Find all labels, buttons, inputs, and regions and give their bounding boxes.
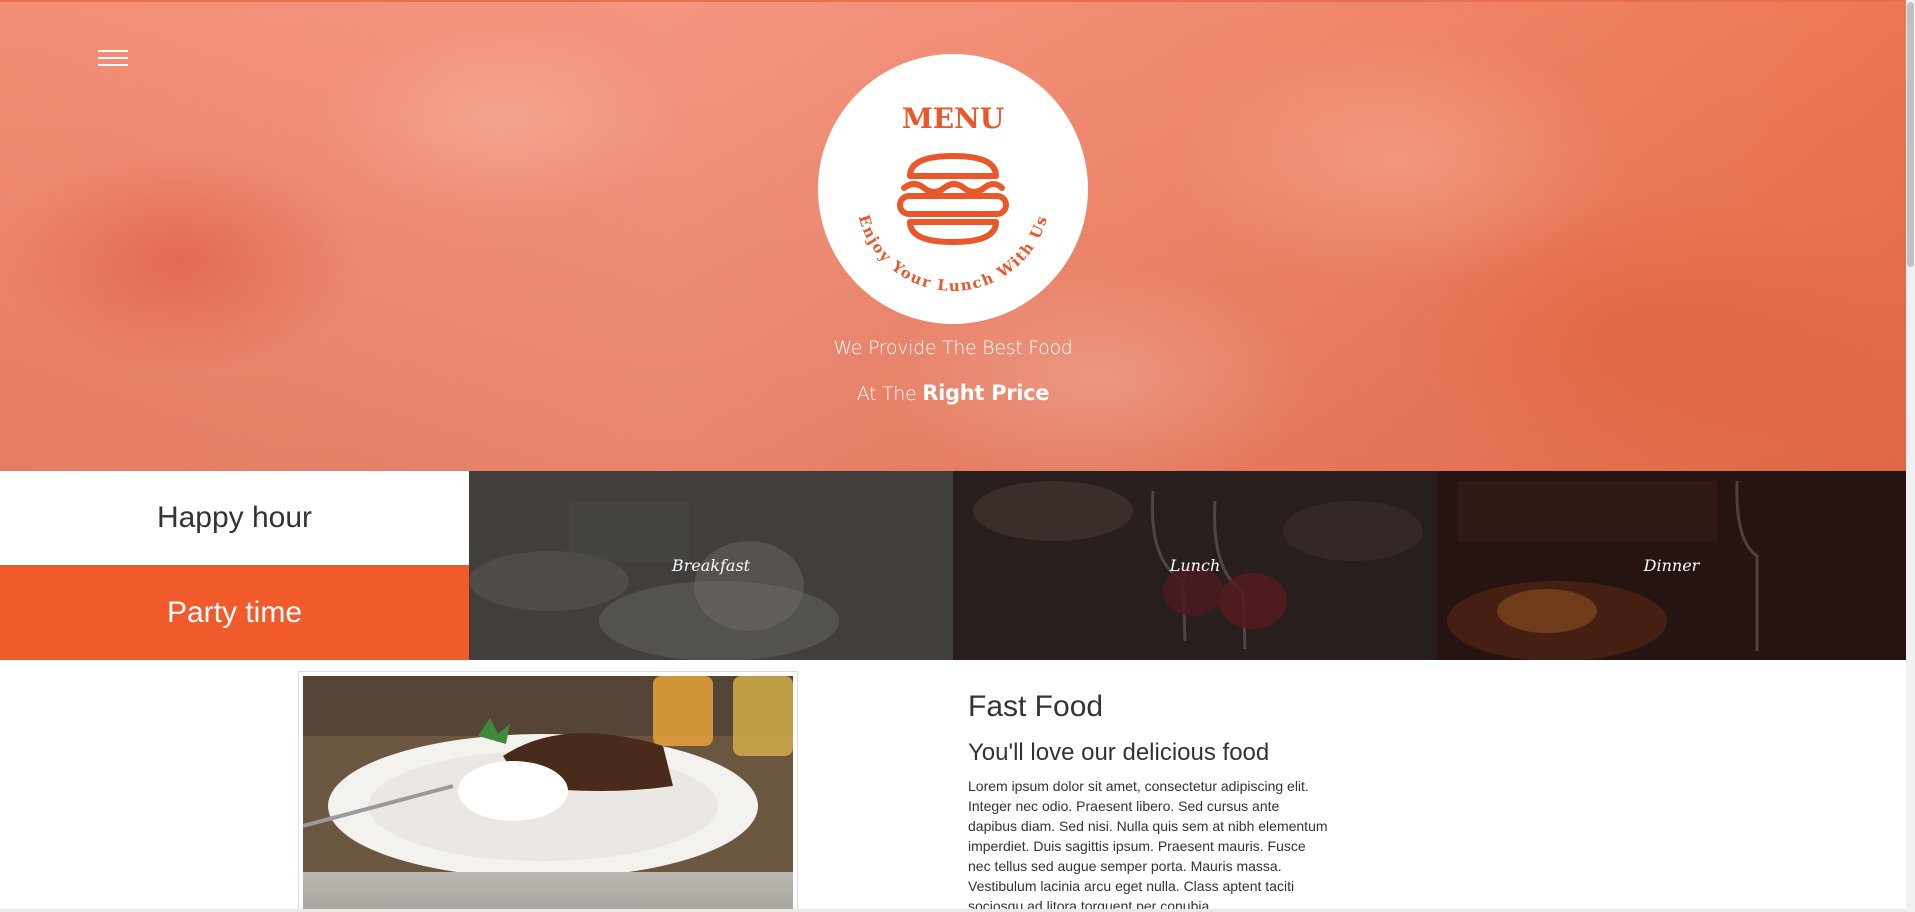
section-subtitle: You'll love our delicious food [968,739,1270,766]
tile-lunch[interactable]: Lunch [953,471,1437,660]
logo-title: MENU [902,102,1004,135]
section-body: Lorem ipsum dolor sit amet, consectetur … [968,778,1328,912]
tile-breakfast[interactable]: Breakfast [469,471,953,660]
tile-lunch-label: Lunch [1169,556,1221,575]
hero-tagline-line1: We Provide The Best Food [833,337,1073,359]
hero-top-border [0,0,1906,2]
hero-tagline-line2: At The Right Price [0,381,1906,405]
hero-banner: MENU Enjoy Your Lunch With Us We Provide… [0,0,1906,471]
tile-breakfast-label: Breakfast [671,556,751,575]
fast-food-section: Fast Food You'll love our delicious food… [968,688,1328,912]
tile-dinner[interactable]: Dinner [1437,471,1906,660]
tile-dinner-label: Dinner [1643,556,1700,575]
burger-icon [897,153,1009,245]
happy-hour-button[interactable]: Happy hour [0,471,469,565]
logo-badge[interactable]: MENU Enjoy Your Lunch With Us [818,54,1088,324]
hamburger-bar [98,50,128,52]
logo-graphic: MENU Enjoy Your Lunch With Us [855,102,1050,295]
hamburger-bar [98,64,128,66]
hero-tagline-highlight: Right Price [922,381,1050,405]
secondary-food-photo [303,872,793,912]
scrollbar-thumb[interactable] [1907,2,1914,267]
hamburger-icon[interactable] [98,50,128,70]
vertical-scrollbar[interactable] [1906,0,1915,912]
section-title: Fast Food [968,690,1104,723]
page: MENU Enjoy Your Lunch With Us We Provide… [0,0,1915,912]
dessert-photo [303,676,793,872]
dessert-illustration [303,676,793,872]
hamburger-bar [98,57,128,59]
party-time-button[interactable]: Party time [0,565,469,660]
food-photo-frame [298,671,798,912]
hero-tagline-prefix: At The [856,383,917,405]
